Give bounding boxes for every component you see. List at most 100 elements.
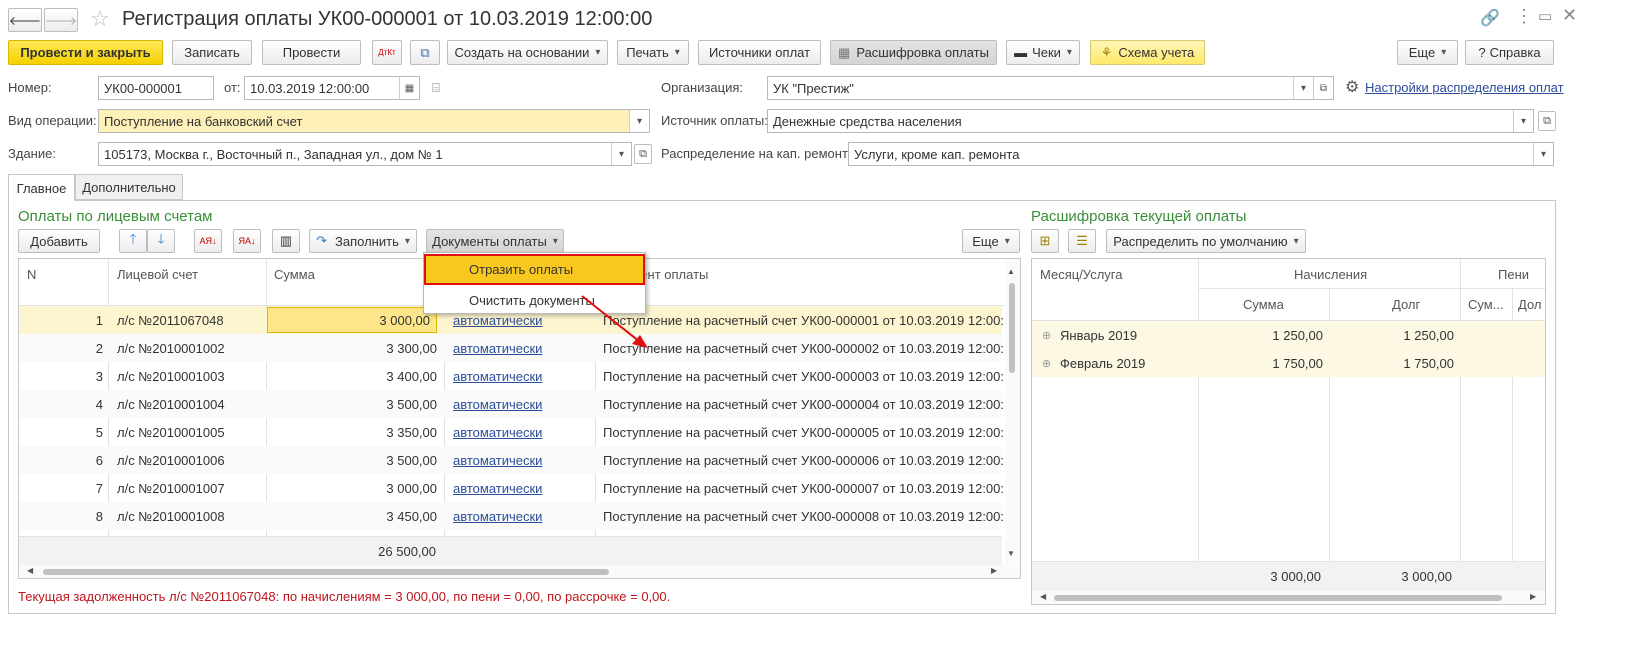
more-vert-icon[interactable]: ⋮ — [1515, 6, 1533, 27]
mode-link[interactable]: автоматически — [453, 502, 593, 530]
add-button[interactable]: Добавить — [18, 229, 100, 253]
tab-main[interactable]: Главное — [8, 174, 75, 201]
decode-row[interactable]: ⊕ Февраль 2019 1 750,00 1 750,00 — [1032, 349, 1545, 377]
column-header-n[interactable]: N — [27, 267, 36, 282]
arrow-up-icon: 🡑 — [129, 231, 137, 246]
sort-asc-button[interactable]: АЯ↓ — [194, 229, 222, 253]
move-up-button[interactable]: 🡑 — [119, 229, 147, 253]
help-button[interactable]: ? Справка — [1465, 40, 1554, 65]
number-label: Номер: — [8, 80, 52, 95]
month-cell: Февраль 2019 — [1060, 355, 1146, 371]
decode-row[interactable]: ⊕ Январь 2019 1 250,00 1 250,00 — [1032, 321, 1545, 349]
table-row[interactable]: 8 л/с №2010001008 3 450,00 автоматически Пос… — [19, 502, 1003, 530]
table-row[interactable]: 7 л/с №2010001007 3 000,00 автоматически Пос… — [19, 474, 1003, 502]
mode-link[interactable]: автоматически — [453, 418, 593, 446]
table-row[interactable]: 5 л/с №2010001005 3 350,00 автоматически Пос… — [19, 418, 1003, 446]
payment-source-field[interactable]: Денежные средства населения ▾ — [767, 109, 1534, 133]
table-row[interactable]: 3 л/с №2010001003 3 400,00 автоматически Пос… — [19, 362, 1003, 390]
open-icon[interactable]: ⧉ — [1538, 111, 1556, 131]
forward-button[interactable]: 🡒 — [44, 8, 78, 32]
dt-kt-button[interactable]: ДтКт — [372, 40, 402, 65]
post-and-close-button[interactable]: Провести и закрыть — [8, 40, 163, 65]
post-button[interactable]: Провести — [262, 40, 361, 65]
column-header-sum[interactable]: Сумма — [274, 267, 315, 282]
column-header-peni[interactable]: Пени — [1498, 267, 1529, 282]
number-field[interactable]: УК00-000001 — [98, 76, 214, 100]
dropdown-icon[interactable]: ▾ — [1533, 143, 1553, 165]
accounting-scheme-button[interactable]: ⚘ Схема учета — [1090, 40, 1205, 65]
distribution-field[interactable]: Услуги, кроме кап. ремонта ▾ — [848, 142, 1554, 166]
sum-cell: 3 300,00 — [386, 340, 437, 356]
expand-icon[interactable]: ⊕ — [1042, 349, 1051, 377]
restore-icon[interactable]: ▭ — [1538, 7, 1552, 25]
save-button[interactable]: Записать — [172, 40, 252, 65]
mode-link[interactable]: автоматически — [453, 446, 593, 474]
column-header-peni-debt[interactable]: Дол — [1518, 297, 1541, 312]
sum-cell: 3 000,00 — [386, 480, 437, 496]
mode-link[interactable]: автоматически — [453, 362, 593, 390]
account-cell: л/с №2010001006 — [117, 452, 225, 468]
decode-horizontal-scrollbar[interactable]: ◀ ▶ — [1032, 591, 1545, 604]
payment-sources-button[interactable]: Источники оплат — [698, 40, 821, 65]
comment-icon[interactable]: ⌸ — [432, 80, 440, 96]
horizontal-scrollbar[interactable]: ◀ ▶ — [19, 565, 1020, 578]
more-button[interactable]: Еще — [1397, 40, 1458, 65]
dropdown-icon[interactable]: ▾ — [629, 110, 649, 132]
row-number: 7 — [95, 480, 103, 496]
mode-link[interactable]: автоматически — [453, 474, 593, 502]
column-header-sum[interactable]: Сумма — [1243, 297, 1284, 312]
create-based-button[interactable]: Создать на основании — [447, 40, 608, 65]
distribute-default-button[interactable]: Распределить по умолчанию — [1106, 229, 1306, 253]
row-number: 6 — [95, 452, 103, 468]
back-button[interactable]: 🡐 — [8, 8, 42, 32]
column-header-month[interactable]: Месяц/Услуга — [1040, 267, 1122, 282]
column-header-account[interactable]: Лицевой счет — [117, 267, 198, 282]
dropdown-icon[interactable]: ▾ — [611, 143, 631, 165]
table-row[interactable]: 6 л/с №2010001006 3 500,00 автоматически Пос… — [19, 446, 1003, 474]
barcode-button[interactable]: ▥ — [272, 229, 300, 253]
structure-button[interactable]: ⧉ — [410, 40, 440, 65]
column-header-peni-sum[interactable]: Сум... — [1468, 297, 1504, 312]
close-icon[interactable]: ✕ — [1562, 5, 1577, 26]
decode-total-debt: 3 000,00 — [1401, 569, 1452, 584]
sum-cell: 1 250,00 — [1272, 327, 1323, 343]
arrow-right-icon: 🡒 — [44, 13, 78, 28]
organization-label: Организация: — [661, 80, 744, 95]
building-field[interactable]: 105173, Москва г., Восточный п., Западна… — [98, 142, 632, 166]
date-field[interactable]: 10.03.2019 12:00:00 ▦ — [244, 76, 420, 100]
link-icon[interactable]: 🔗 — [1480, 8, 1500, 28]
menu-item-reflect-payments[interactable]: Отразить оплаты — [424, 254, 645, 285]
column-header-accruals[interactable]: Начисления — [1294, 267, 1367, 282]
account-cell: л/с №2010001008 — [117, 508, 225, 524]
gear-icon[interactable]: ⚙ — [1345, 77, 1359, 97]
favorite-star-icon[interactable]: ☆ — [90, 6, 110, 32]
calendar-icon[interactable]: ▦ — [399, 77, 419, 99]
document-cell: Поступление на расчетный счет УК00-00000… — [603, 368, 1003, 384]
sort-desc-button[interactable]: ЯА↓ — [233, 229, 261, 253]
column-header-debt[interactable]: Долг — [1392, 297, 1420, 312]
fill-button[interactable]: ↷ Заполнить — [309, 229, 417, 253]
mode-link[interactable]: автоматически — [453, 390, 593, 418]
open-icon[interactable]: ⧉ — [1313, 77, 1333, 99]
account-cell: л/с №2010001007 — [117, 480, 225, 496]
distribution-settings-link[interactable]: Настройки распределения оплат — [1365, 80, 1564, 95]
move-down-button[interactable]: 🡓 — [147, 229, 175, 253]
dropdown-icon[interactable]: ▾ — [1513, 110, 1533, 132]
organization-field[interactable]: УК "Престиж" ▾ ⧉ — [767, 76, 1334, 100]
left-more-button[interactable]: Еще — [962, 229, 1020, 253]
table-row[interactable]: 4 л/с №2010001004 3 500,00 автоматически Пос… — [19, 390, 1003, 418]
expand-icon[interactable]: ⊕ — [1042, 321, 1051, 349]
vertical-scrollbar[interactable]: ▲ ▼ — [1005, 259, 1020, 564]
operation-field[interactable]: Поступление на банковский счет ▾ — [98, 109, 650, 133]
print-button[interactable]: Печать — [617, 40, 689, 65]
decode-total-sum: 3 000,00 — [1270, 569, 1321, 584]
table-row[interactable]: 2 л/с №2010001002 3 300,00 автоматически Пос… — [19, 334, 1003, 362]
checks-button[interactable]: ▬ Чеки — [1006, 40, 1080, 65]
list-button[interactable]: ☰ — [1068, 229, 1096, 253]
dropdown-icon[interactable]: ▾ — [1293, 77, 1313, 99]
add-group-button[interactable]: ⊞ — [1031, 229, 1059, 253]
payment-documents-button[interactable]: Документы оплаты — [426, 229, 564, 253]
tab-additional[interactable]: Дополнительно — [75, 174, 183, 200]
open-icon[interactable]: ⧉ — [634, 144, 652, 164]
decode-payment-button[interactable]: ▦ Расшифровка оплаты — [830, 40, 997, 65]
